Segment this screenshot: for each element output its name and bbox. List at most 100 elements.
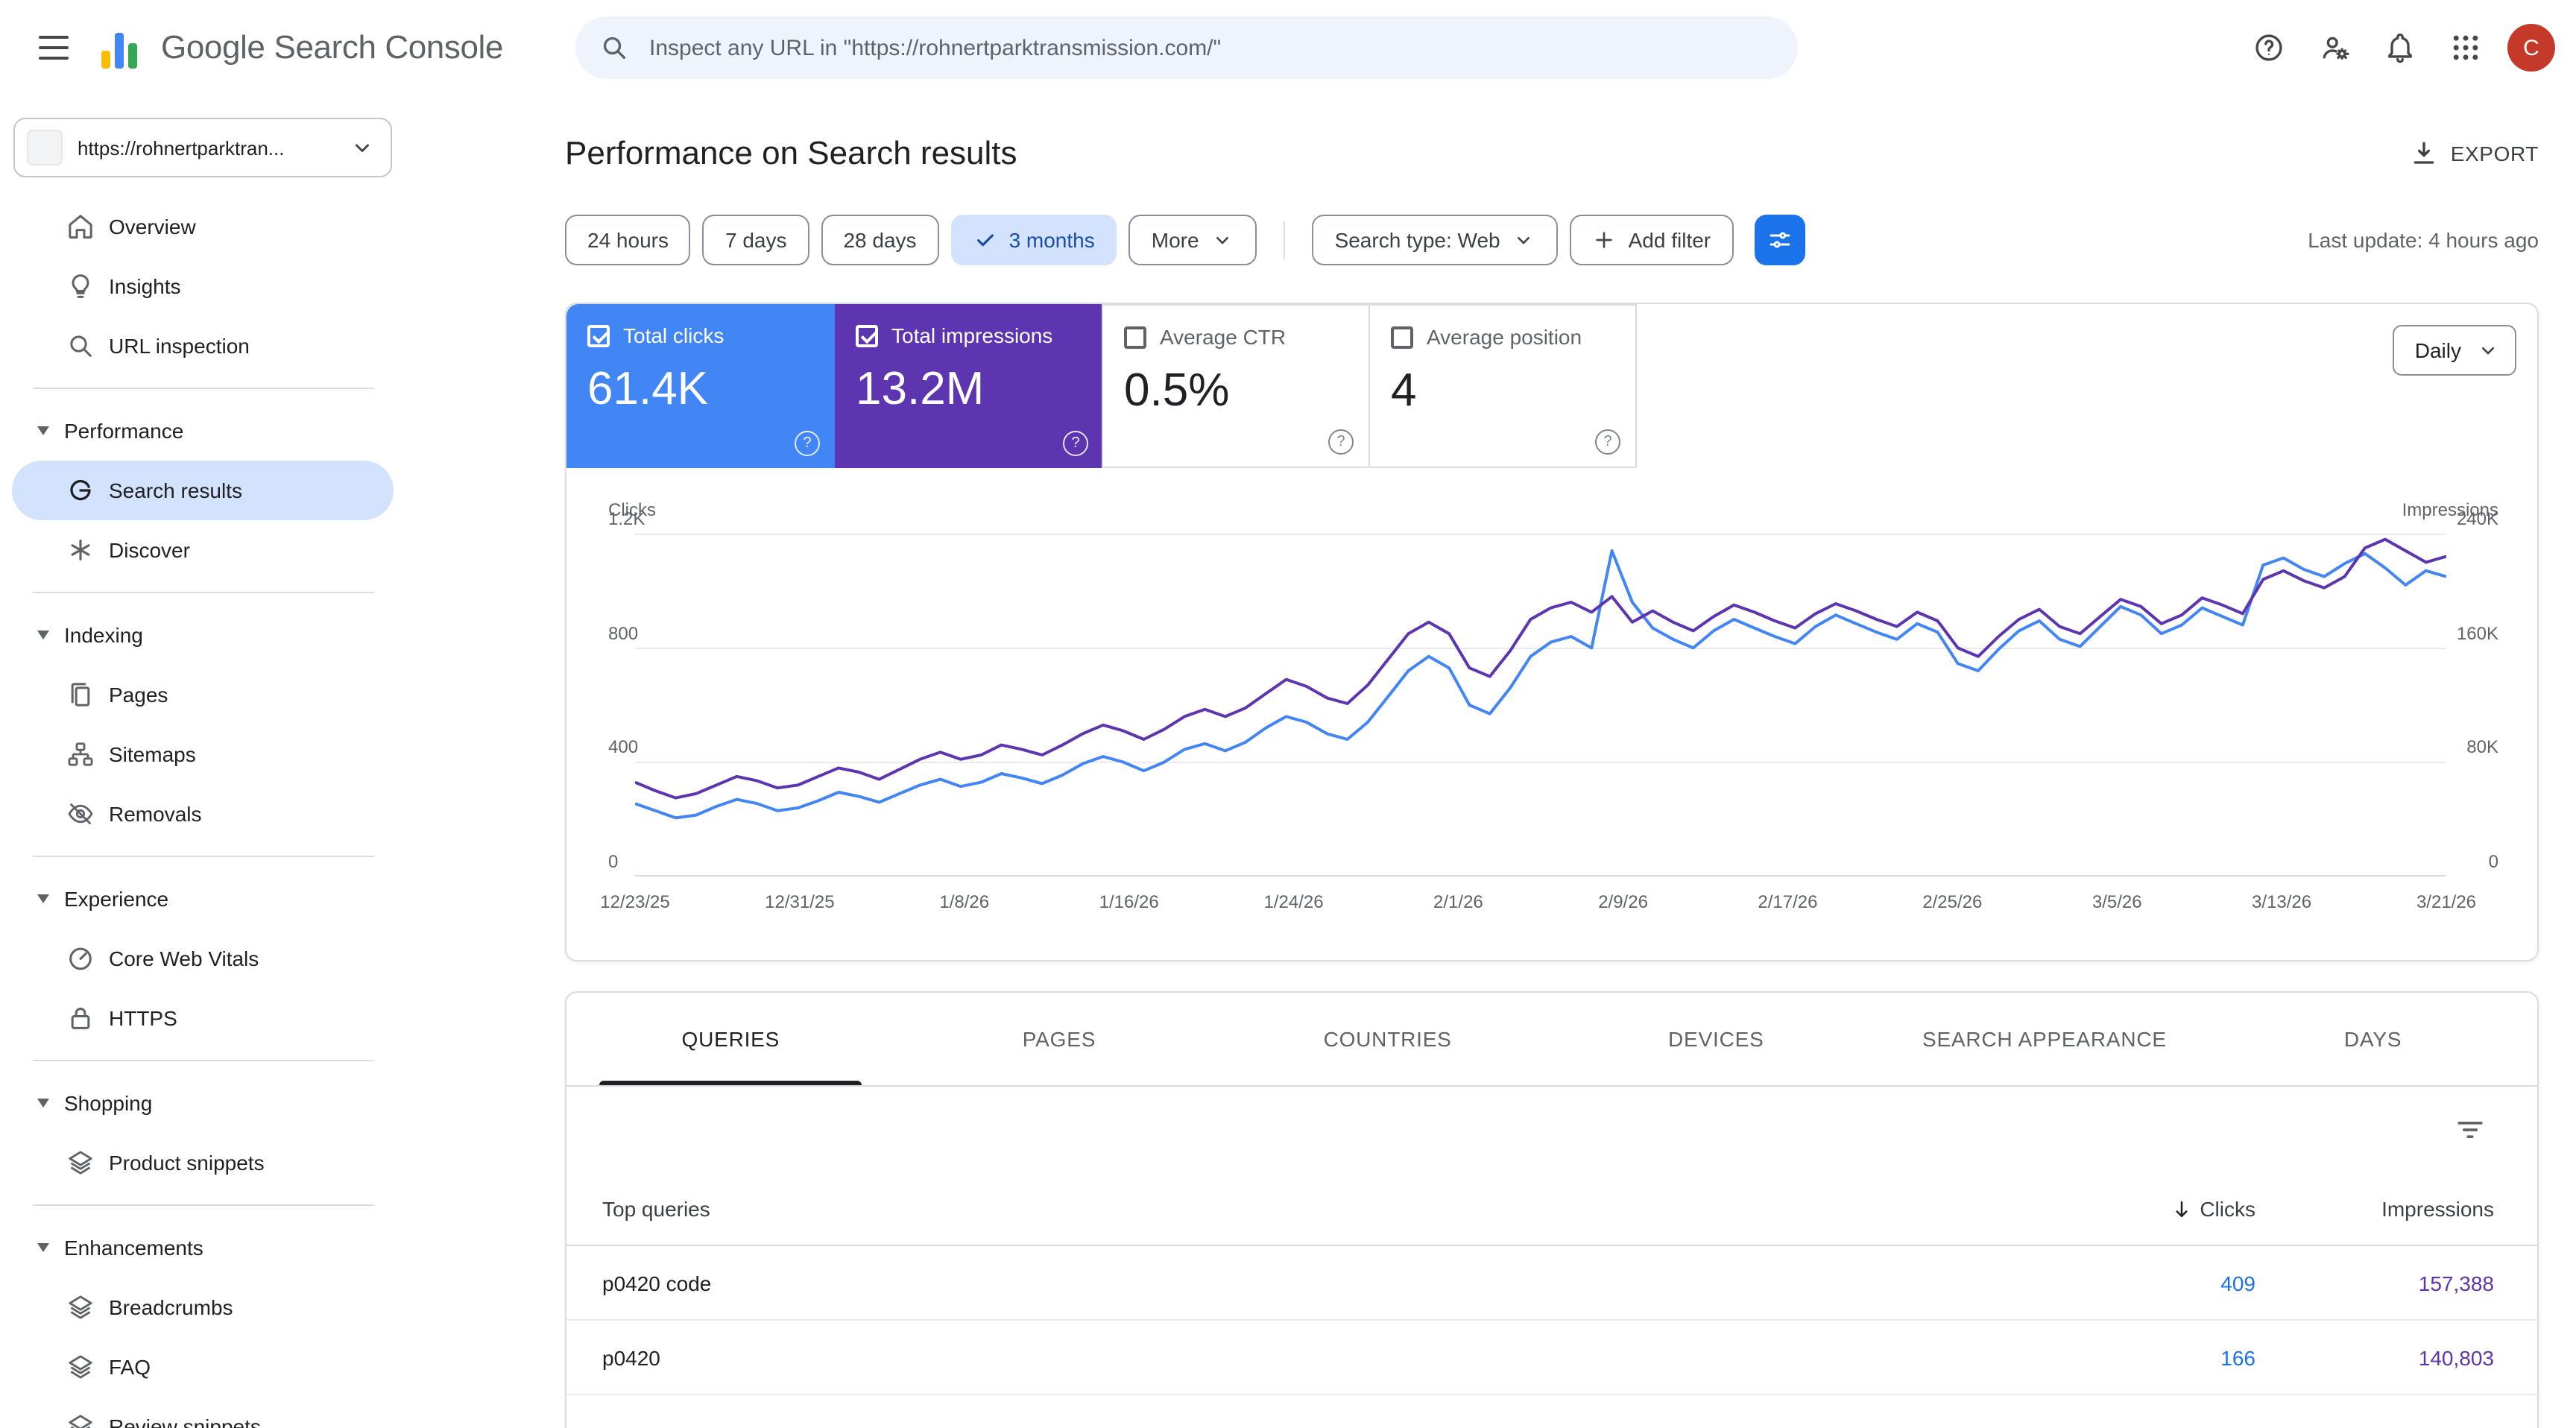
checkbox-checked-icon[interactable] [856,324,878,347]
help-icon[interactable]: ? [1063,431,1088,456]
pages-icon [66,680,95,710]
property-selector[interactable]: https://rohnertparktran... [13,118,392,177]
granularity-dropdown[interactable]: Daily [2393,325,2516,376]
add-filter-button[interactable]: Add filter [1570,215,1734,265]
main-menu-button[interactable] [24,18,83,78]
metric-total-impressions[interactable]: Total impressions 13.2M ? [835,304,1103,468]
granularity-value: Daily [2415,338,2461,362]
sidebar-item-url-inspection[interactable]: URL inspection [0,316,395,376]
user-settings-button[interactable] [2302,18,2367,78]
sidebar-section-enhancements[interactable]: Enhancements [0,1218,395,1277]
help-icon[interactable]: ? [795,431,820,456]
notifications-button[interactable] [2367,18,2433,78]
tab-countries[interactable]: COUNTRIES [1223,993,1552,1085]
x-tick: 12/23/25 [600,891,669,912]
table-filter-button[interactable] [2454,1113,2487,1146]
sidebar-section-experience[interactable]: Experience [0,869,395,929]
tab-queries[interactable]: QUERIES [566,993,895,1085]
checkbox-unchecked-icon[interactable] [1124,326,1146,348]
property-favicon [27,130,63,165]
layers-icon [66,1412,95,1428]
lightbulb-icon [66,271,95,301]
table-row[interactable] [566,1395,2537,1428]
help-button[interactable] [2236,18,2302,78]
date-range-28-days[interactable]: 28 days [821,215,938,265]
clicks-cell[interactable]: 166 [2032,1345,2255,1369]
chart-plot-area[interactable]: Clicks Impressions 1.2K 800 400 0 240K 1… [635,534,2446,876]
tab-pages[interactable]: PAGES [895,993,1224,1085]
sidebar-item-https[interactable]: HTTPS [0,988,395,1048]
sidebar-item-removals[interactable]: Removals [0,784,395,844]
help-icon[interactable]: ? [1595,429,1620,455]
sidebar-item-discover[interactable]: Discover [0,520,395,580]
metric-label: Average position [1427,325,1582,349]
x-tick: 1/24/26 [1263,891,1323,912]
sidebar-section-shopping[interactable]: Shopping [0,1073,395,1133]
sidebar-item-insights[interactable]: Insights [0,256,395,316]
x-tick: 2/1/26 [1433,891,1483,912]
metric-total-clicks[interactable]: Total clicks 61.4K ? [566,304,835,468]
tab-devices[interactable]: DEVICES [1552,993,1881,1085]
search-type-filter[interactable]: Search type: Web [1313,215,1559,265]
impressions-cell[interactable]: 157,388 [2255,1271,2494,1295]
metric-label: Total clicks [623,323,724,347]
date-range-7-days[interactable]: 7 days [703,215,809,265]
filter-settings-button[interactable] [1754,215,1805,265]
sidebar-item-label: Pages [109,683,168,707]
sidebar-divider [33,592,374,593]
chip-label: 3 months [1009,228,1095,252]
sidebar-divider [33,388,374,389]
column-header-queries[interactable]: Top queries [602,1197,2032,1221]
table-row[interactable]: p0420 166 140,803 [566,1321,2537,1395]
tab-search-appearance[interactable]: SEARCH APPEARANCE [1881,993,2209,1085]
sidebar-item-product-snippets[interactable]: Product snippets [0,1133,395,1192]
apps-grid-button[interactable] [2433,18,2498,78]
metric-average-position[interactable]: Average position 4 ? [1368,304,1637,468]
sidebar-item-faq[interactable]: FAQ [0,1337,395,1397]
sidebar-item-label: Search results [109,478,242,502]
column-header-impressions[interactable]: Impressions [2255,1197,2494,1221]
help-icon[interactable]: ? [1328,429,1354,455]
date-range-3-months[interactable]: 3 months [951,215,1117,265]
clicks-cell[interactable]: 409 [2032,1271,2255,1295]
performance-chart-card: Total clicks 61.4K ? Total impressions 1… [565,303,2539,961]
sidebar-item-sitemaps[interactable]: Sitemaps [0,724,395,784]
time-series-chart[interactable]: Clicks Impressions 1.2K 800 400 0 240K 1… [635,534,2446,876]
url-inspection-searchbar[interactable] [575,16,1797,79]
x-axis-labels: 12/23/25 12/31/25 1/8/26 1/16/26 1/24/26… [635,891,2446,918]
sidebar-divider [33,1060,374,1061]
chevron-down-icon [37,1243,49,1252]
sidebar-item-breadcrumbs[interactable]: Breadcrumbs [0,1277,395,1337]
metric-average-ctr[interactable]: Average CTR 0.5% ? [1102,304,1370,468]
apps-grid-icon [2449,31,2482,64]
sidebar-section-performance[interactable]: Performance [0,401,395,461]
visibility-off-icon [66,799,95,829]
x-tick: 1/16/26 [1099,891,1159,912]
app-logo[interactable]: GoogleSearch Console [101,23,503,72]
date-range-24-hours[interactable]: 24 hours [565,215,691,265]
impressions-cell[interactable]: 140,803 [2255,1345,2494,1369]
sidebar-item-search-results[interactable]: Search results [12,461,394,520]
sidebar-item-core-web-vitals[interactable]: Core Web Vitals [0,929,395,988]
account-avatar[interactable]: C [2507,24,2555,72]
metric-value: 13.2M [856,362,1082,416]
x-tick: 12/31/25 [765,891,834,912]
checkbox-unchecked-icon[interactable] [1391,326,1413,348]
sidebar-item-review-snippets[interactable]: Review snippets [0,1397,395,1428]
sidebar-item-pages[interactable]: Pages [0,665,395,724]
tab-days[interactable]: DAYS [2209,993,2537,1085]
checkbox-checked-icon[interactable] [587,324,610,347]
app-title: GoogleSearch Console [161,28,503,67]
sidebar-item-overview[interactable]: Overview [0,197,395,256]
export-button[interactable]: EXPORT [2409,139,2539,168]
column-header-clicks[interactable]: Clicks [2032,1197,2255,1221]
sidebar-section-indexing[interactable]: Indexing [0,605,395,665]
url-inspection-input[interactable] [646,34,1773,62]
date-range-more[interactable]: More [1129,215,1257,265]
plus-icon [1593,228,1617,252]
property-label: https://rohnertparktran... [78,136,284,159]
metric-label: Average CTR [1160,325,1286,349]
x-tick: 3/21/26 [2416,891,2476,912]
table-row[interactable]: p0420 code 409 157,388 [566,1246,2537,1321]
chevron-down-icon [1211,228,1235,252]
